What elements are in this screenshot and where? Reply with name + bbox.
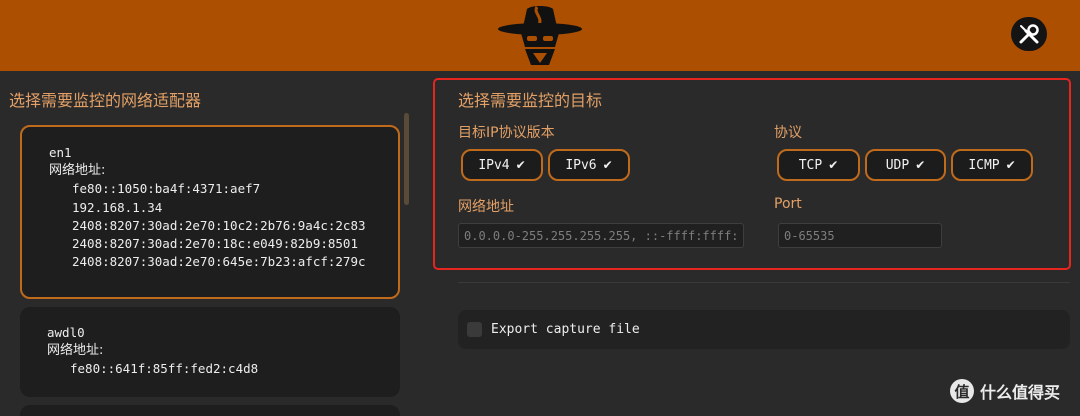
export-checkbox[interactable] (467, 322, 482, 337)
check-icon: ✔ (828, 158, 839, 172)
adapter-address-label: 网络地址: (47, 343, 104, 359)
protocol-label: 协议 (774, 125, 802, 141)
export-label: Export capture file (491, 322, 640, 337)
watermark-logo-icon: 值 (950, 379, 974, 403)
target-title: 选择需要监控的目标 (458, 91, 603, 110)
chip-label: IPv4 (478, 157, 510, 173)
adapter-address: fe80::641f:85ff:fed2:c4d8 (70, 361, 259, 377)
adapter-card-partial[interactable] (20, 405, 400, 416)
tcp-toggle[interactable]: TCP ✔ (777, 149, 860, 181)
watermark-text: 什么值得买 (980, 383, 1061, 402)
chip-label: UDP (885, 157, 910, 173)
address-input[interactable] (458, 223, 744, 248)
adapter-address: 2408:8207:30ad:2e70:18c:e049:82b9:8501 (72, 236, 358, 252)
adapters-scrollbar[interactable] (404, 113, 409, 205)
adapter-address: 2408:8207:30ad:2e70:10c2:2b76:9a4c:2c83 (72, 217, 366, 233)
check-icon: ✔ (515, 158, 526, 172)
check-icon: ✔ (1005, 158, 1016, 172)
adapter-card-awdl0[interactable]: awdl0 网络地址: fe80::641f:85ff:fed2:c4d8 (20, 307, 400, 397)
adapter-address-label: 网络地址: (49, 163, 106, 179)
wrench-screwdriver-icon (1019, 24, 1039, 44)
chip-label: ICMP (968, 157, 1000, 173)
udp-toggle[interactable]: UDP ✔ (865, 149, 946, 181)
adapter-card-en1[interactable]: en1 网络地址: fe80::1050:ba4f:4371:aef7 192.… (20, 125, 400, 299)
adapter-name: awdl0 (47, 325, 85, 340)
ipv4-toggle[interactable]: IPv4 ✔ (461, 149, 543, 181)
ipv6-toggle[interactable]: IPv6 ✔ (548, 149, 630, 181)
adapter-name: en1 (49, 145, 72, 160)
ip-version-label: 目标IP协议版本 (458, 125, 555, 141)
adapter-address: fe80::1050:ba4f:4371:aef7 (72, 181, 261, 197)
adapters-title: 选择需要监控的网络适配器 (9, 91, 202, 110)
chip-label: TCP (798, 157, 823, 173)
chip-label: IPv6 (565, 157, 597, 173)
watermark: 值 什么值得买 (950, 379, 1060, 403)
check-icon: ✔ (915, 158, 926, 172)
check-icon: ✔ (602, 158, 613, 172)
address-label: 网络地址 (458, 199, 514, 215)
port-label: Port (774, 196, 802, 212)
settings-button[interactable] (1011, 17, 1047, 51)
adapter-address: 192.168.1.34 (72, 199, 163, 215)
icmp-toggle[interactable]: ICMP ✔ (951, 149, 1033, 181)
adapter-address: 2408:8207:30ad:2e70:645e:7b23:afcf:279c (72, 254, 366, 270)
export-row[interactable]: Export capture file (458, 310, 1070, 349)
section-divider (458, 282, 1070, 283)
port-input[interactable] (778, 223, 942, 248)
app-header (0, 0, 1080, 71)
spy-hat-logo-icon (498, 6, 582, 65)
